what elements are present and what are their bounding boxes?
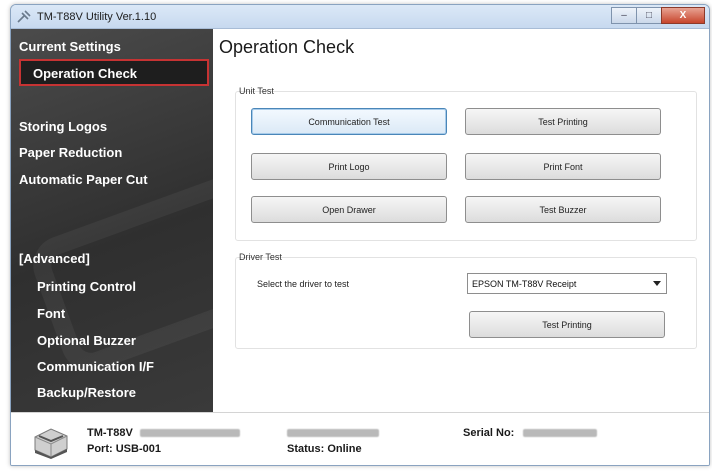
sidebar-item-printing-control[interactable]: Printing Control [37,279,136,294]
title-bar[interactable]: TM-T88V Utility Ver.1.10 – □ X [11,5,709,29]
main-panel: Operation Check Unit Test Communication … [213,29,709,412]
sidebar: Current Settings Operation Check Storing… [11,29,213,412]
open-drawer-button[interactable]: Open Drawer [251,196,447,223]
driver-test-label: Driver Test [239,252,282,262]
redacted-info-2 [287,427,379,439]
printer-model-text: TM-T88V [87,427,133,439]
printer-status: Status: Online [287,443,362,455]
print-logo-button[interactable]: Print Logo [251,153,447,180]
communication-test-button[interactable]: Communication Test [251,108,447,135]
sidebar-item-storing-logos[interactable]: Storing Logos [19,119,107,134]
chevron-down-icon [653,281,661,286]
serial-label: Serial No: [463,427,515,439]
printer-model: TM-T88V [87,427,240,439]
driver-select[interactable]: EPSON TM-T88V Receipt [467,273,667,294]
unit-test-label: Unit Test [239,86,274,96]
sidebar-item-automatic-paper-cut[interactable]: Automatic Paper Cut [19,172,148,187]
window-controls: – □ X [611,7,705,25]
minimize-button[interactable]: – [611,7,637,24]
status-bar: TM-T88V Port: USB-001 Status: Online Ser… [11,412,709,465]
page-title: Operation Check [219,37,355,57]
sidebar-item-operation-check[interactable]: Operation Check [19,59,209,86]
sidebar-item-optional-buzzer[interactable]: Optional Buzzer [37,333,136,348]
redacted-block [287,429,379,438]
driver-select-label: Select the driver to test [257,279,350,289]
redacted-serial [523,429,598,438]
sidebar-item-backup-restore[interactable]: Backup/Restore [37,385,136,400]
test-printing-button[interactable]: Test Printing [465,108,661,135]
app-icon [17,10,31,23]
printer-port: Port: USB-001 [87,443,161,455]
app-window: TM-T88V Utility Ver.1.10 – □ X Current S… [10,4,710,466]
driver-test-printing-button[interactable]: Test Printing [469,311,665,338]
serial-number: Serial No: [463,427,598,439]
redacted-info [139,429,240,438]
close-button[interactable]: X [661,7,705,24]
sidebar-item-current-settings[interactable]: Current Settings [19,39,121,54]
test-buzzer-button[interactable]: Test Buzzer [465,196,661,223]
print-font-button[interactable]: Print Font [465,153,661,180]
driver-select-value: EPSON TM-T88V Receipt [472,279,577,289]
sidebar-item-paper-reduction[interactable]: Paper Reduction [19,145,122,160]
sidebar-item-communication-if[interactable]: Communication I/F [37,359,154,374]
maximize-button[interactable]: □ [636,7,662,24]
printer-icon [34,428,68,459]
sidebar-item-font[interactable]: Font [37,306,65,321]
window-title: TM-T88V Utility Ver.1.10 [37,11,157,23]
sidebar-advanced-header: [Advanced] [19,251,90,266]
